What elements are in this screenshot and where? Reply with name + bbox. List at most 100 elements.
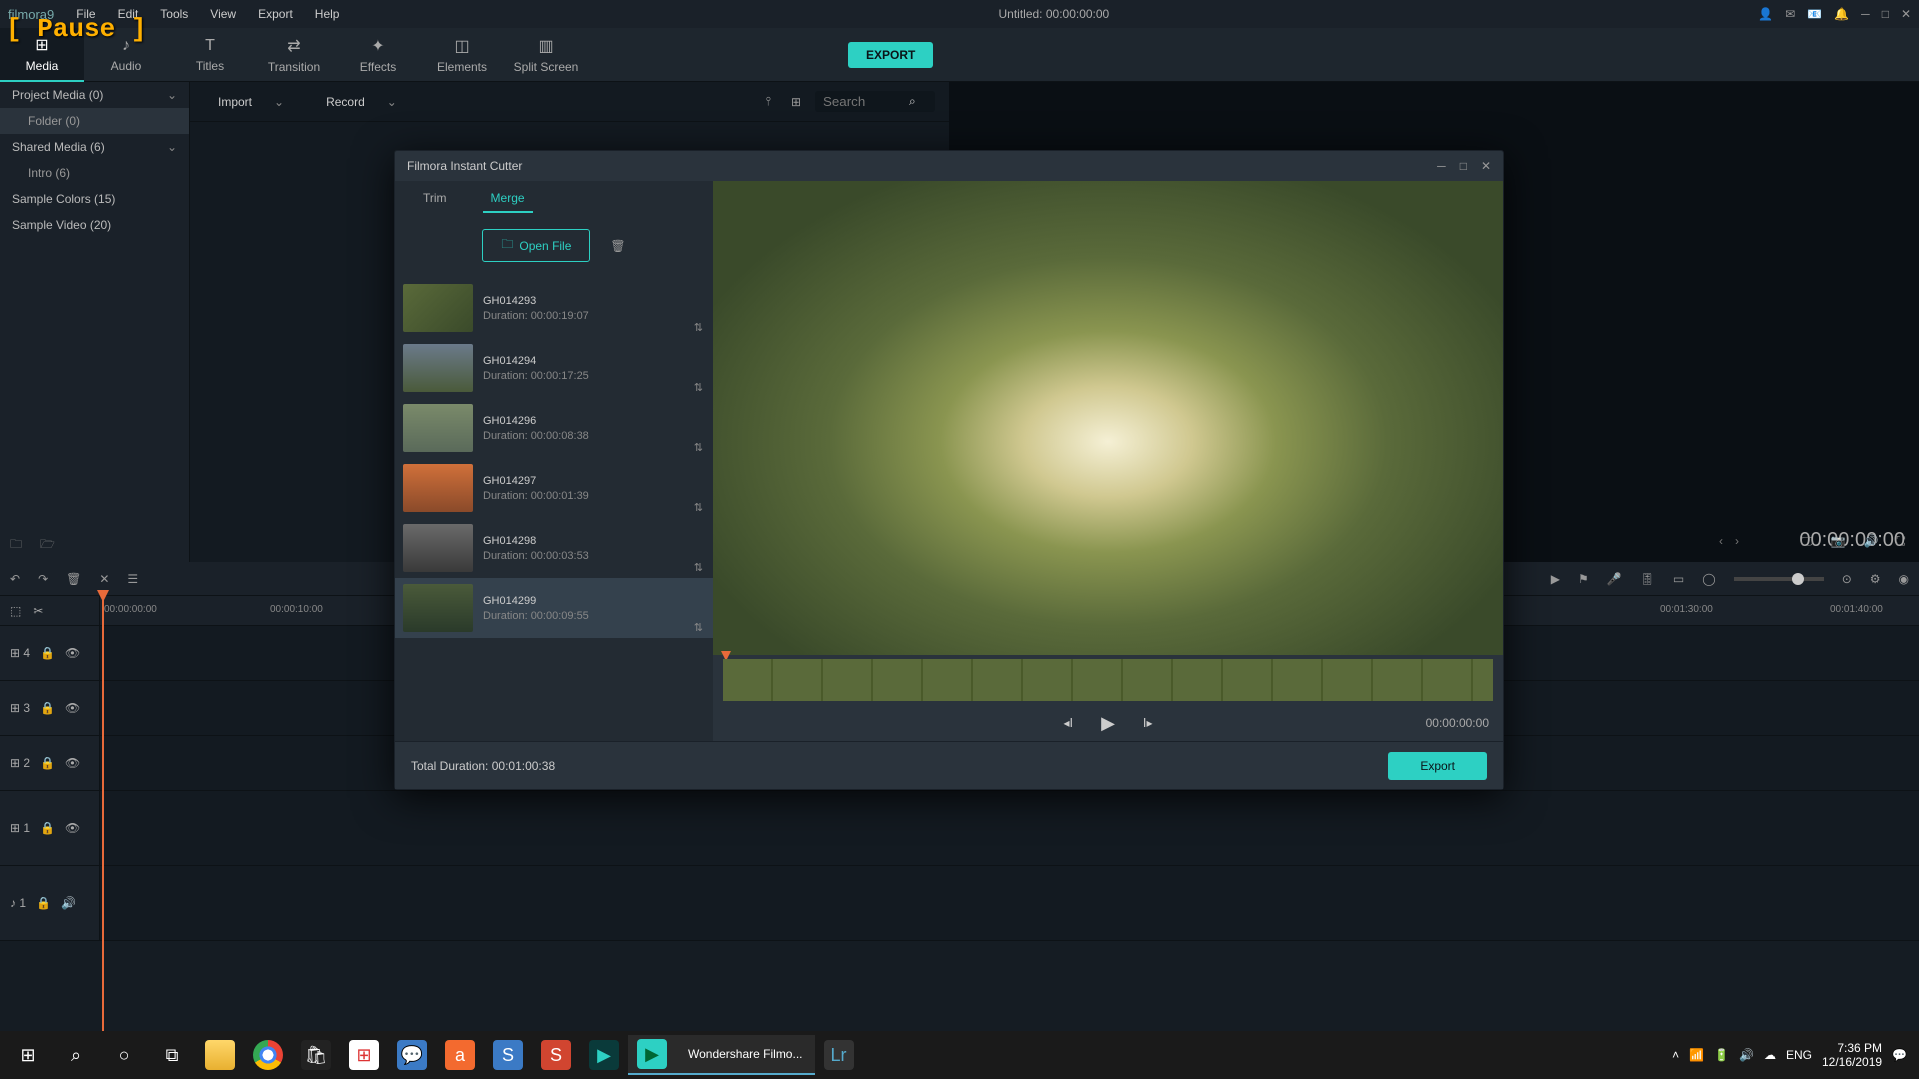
redo-icon[interactable]: ↷ bbox=[38, 572, 48, 586]
lock-icon[interactable]: 🔒 bbox=[40, 756, 55, 770]
taskbar-clock[interactable]: 7:36 PM 12/16/2019 bbox=[1822, 1041, 1882, 1070]
modal-minimize-icon[interactable]: ─ bbox=[1437, 159, 1446, 173]
fullscreen-icon[interactable]: ⛶ bbox=[1897, 534, 1905, 549]
sidebar-item-shared-media[interactable]: Shared Media (6)⌄ bbox=[0, 134, 189, 160]
speaker-icon[interactable]: 🔊 bbox=[61, 896, 76, 910]
taskbar-search-icon[interactable]: ⌕ bbox=[52, 1035, 100, 1075]
tab-trim[interactable]: Trim bbox=[415, 185, 455, 213]
clip-item[interactable]: GH014298Duration: 00:00:03:53⇅ bbox=[395, 518, 713, 578]
app-icon-6[interactable]: ▶ bbox=[580, 1035, 628, 1075]
clip-item[interactable]: GH014296Duration: 00:00:08:38⇅ bbox=[395, 398, 713, 458]
prev-frame-icon[interactable]: ‹ bbox=[1719, 534, 1723, 548]
sidebar-item-project-media[interactable]: Project Media (0)⌄ bbox=[0, 82, 189, 108]
battery-icon[interactable]: 🔋 bbox=[1714, 1048, 1729, 1062]
menu-export[interactable]: Export bbox=[248, 3, 303, 25]
app-icon-2[interactable]: 💬 bbox=[388, 1035, 436, 1075]
app-icon-5[interactable]: S bbox=[532, 1035, 580, 1075]
chrome-icon[interactable] bbox=[244, 1035, 292, 1075]
sidebar-item-intro[interactable]: Intro (6) bbox=[0, 160, 189, 186]
sidebar-item-sample-video[interactable]: Sample Video (20) bbox=[0, 212, 189, 238]
filmora-taskbar-label[interactable]: Wondershare Filmo... bbox=[676, 1035, 815, 1075]
lock-icon[interactable]: 🔒 bbox=[40, 821, 55, 835]
modal-close-icon[interactable]: ✕ bbox=[1481, 159, 1491, 173]
new-folder-icon[interactable]: 🗀 bbox=[10, 535, 22, 556]
import-dropdown[interactable]: Import bbox=[204, 91, 266, 113]
tab-merge[interactable]: Merge bbox=[483, 185, 533, 213]
export-button[interactable]: EXPORT bbox=[848, 42, 933, 68]
zoom-fit-icon[interactable]: ⊙ bbox=[1842, 572, 1852, 586]
app-icon-1[interactable]: ⊞ bbox=[340, 1035, 388, 1075]
sort-icon[interactable]: ⇅ bbox=[694, 621, 703, 634]
sort-icon[interactable]: ⇅ bbox=[694, 501, 703, 514]
tab-effects[interactable]: ✦Effects bbox=[336, 28, 420, 82]
clip-item[interactable]: GH014299Duration: 00:00:09:55⇅ bbox=[395, 578, 713, 638]
sort-icon[interactable]: ⇅ bbox=[694, 381, 703, 394]
record-dropdown[interactable]: Record bbox=[312, 91, 379, 113]
menu-help[interactable]: Help bbox=[305, 3, 350, 25]
clip-item[interactable]: GH014297Duration: 00:00:01:39⇅ bbox=[395, 458, 713, 518]
display-icon[interactable]: 🖵 bbox=[1801, 534, 1813, 549]
start-button[interactable]: ⊞ bbox=[4, 1035, 52, 1075]
clip-item[interactable]: GH014294Duration: 00:00:17:25⇅ bbox=[395, 338, 713, 398]
menu-tools[interactable]: Tools bbox=[150, 3, 198, 25]
volume-icon[interactable]: 🔊 bbox=[1864, 534, 1879, 549]
filter-icon[interactable]: ⫯ bbox=[760, 94, 777, 109]
close-icon[interactable]: ✕ bbox=[1901, 7, 1911, 21]
eye-icon[interactable]: 👁 bbox=[65, 646, 80, 660]
tab-titles[interactable]: TTitles bbox=[168, 28, 252, 82]
menu-view[interactable]: View bbox=[200, 3, 246, 25]
filmora-taskbar-icon[interactable]: ▶ bbox=[628, 1035, 676, 1075]
play-icon[interactable]: ▶ bbox=[1101, 713, 1115, 734]
account-icon[interactable]: 👤 bbox=[1758, 7, 1773, 21]
modal-titlebar[interactable]: Filmora Instant Cutter ─ □ ✕ bbox=[395, 151, 1503, 181]
search-box[interactable]: ⌕ bbox=[815, 91, 935, 112]
lock-icon[interactable]: 🔒 bbox=[40, 701, 55, 715]
eye-icon[interactable]: 👁 bbox=[65, 701, 80, 715]
minimize-icon[interactable]: ─ bbox=[1861, 7, 1870, 21]
explorer-icon[interactable] bbox=[196, 1035, 244, 1075]
notifications-icon[interactable]: 💬 bbox=[1892, 1048, 1907, 1062]
step-back-icon[interactable]: ◂Ⅰ bbox=[1064, 716, 1074, 730]
tab-splitscreen[interactable]: ▥Split Screen bbox=[504, 28, 588, 82]
cut-tool-icon[interactable]: ✂ bbox=[33, 604, 43, 618]
mixer-icon[interactable]: 🎚 bbox=[1640, 572, 1655, 586]
settings-icon[interactable]: ◉ bbox=[1899, 572, 1909, 586]
sort-icon[interactable]: ⇅ bbox=[694, 321, 703, 334]
cortana-icon[interactable]: ○ bbox=[100, 1035, 148, 1075]
sort-icon[interactable]: ⇅ bbox=[694, 441, 703, 454]
snapshot-icon[interactable]: 📷 bbox=[1831, 534, 1846, 549]
taskview-icon[interactable]: ⧉ bbox=[148, 1035, 196, 1075]
notify-icon[interactable]: 🔔 bbox=[1834, 7, 1849, 21]
maximize-icon[interactable]: □ bbox=[1882, 7, 1889, 21]
marker-icon[interactable]: ▶ bbox=[1551, 572, 1560, 586]
step-fwd-icon[interactable]: Ⅰ▸ bbox=[1143, 716, 1153, 730]
onedrive-icon[interactable]: ☁ bbox=[1764, 1048, 1776, 1062]
app-icon-3[interactable]: a bbox=[436, 1035, 484, 1075]
lightroom-icon[interactable]: Lr bbox=[815, 1035, 863, 1075]
eye-icon[interactable]: 👁 bbox=[65, 821, 80, 835]
sort-icon[interactable]: ⇅ bbox=[694, 561, 703, 574]
app-icon-4[interactable]: S bbox=[484, 1035, 532, 1075]
trash-icon[interactable]: 🗑 bbox=[610, 239, 625, 253]
tab-elements[interactable]: ◫Elements bbox=[420, 28, 504, 82]
wifi-icon[interactable]: 📶 bbox=[1689, 1048, 1704, 1062]
clip-item[interactable]: GH014293Duration: 00:00:19:07⇅ bbox=[395, 278, 713, 338]
mail-icon[interactable]: 📧 bbox=[1807, 7, 1822, 21]
sidebar-item-folder[interactable]: Folder (0) bbox=[0, 108, 189, 134]
undo-icon[interactable]: ↶ bbox=[10, 572, 20, 586]
next-frame-icon[interactable]: › bbox=[1735, 534, 1739, 548]
gear-icon[interactable]: ⚙ bbox=[1870, 572, 1881, 586]
language-indicator[interactable]: ENG bbox=[1786, 1048, 1812, 1062]
preview-image[interactable] bbox=[713, 181, 1503, 655]
playhead[interactable] bbox=[102, 596, 104, 1036]
eye-icon[interactable]: 👁 bbox=[65, 756, 80, 770]
flag-icon[interactable]: ⚑ bbox=[1578, 572, 1589, 586]
filmstrip[interactable] bbox=[713, 655, 1503, 705]
edit-icon[interactable]: ☰ bbox=[127, 572, 138, 586]
sidebar-item-sample-colors[interactable]: Sample Colors (15) bbox=[0, 186, 189, 212]
modal-maximize-icon[interactable]: □ bbox=[1460, 159, 1467, 173]
lock-icon[interactable]: 🔒 bbox=[36, 896, 51, 910]
grid-view-icon[interactable]: ⊞ bbox=[785, 95, 807, 109]
cursor-tool-icon[interactable]: ⬚ bbox=[10, 604, 21, 618]
message-icon[interactable]: ✉ bbox=[1785, 7, 1795, 21]
